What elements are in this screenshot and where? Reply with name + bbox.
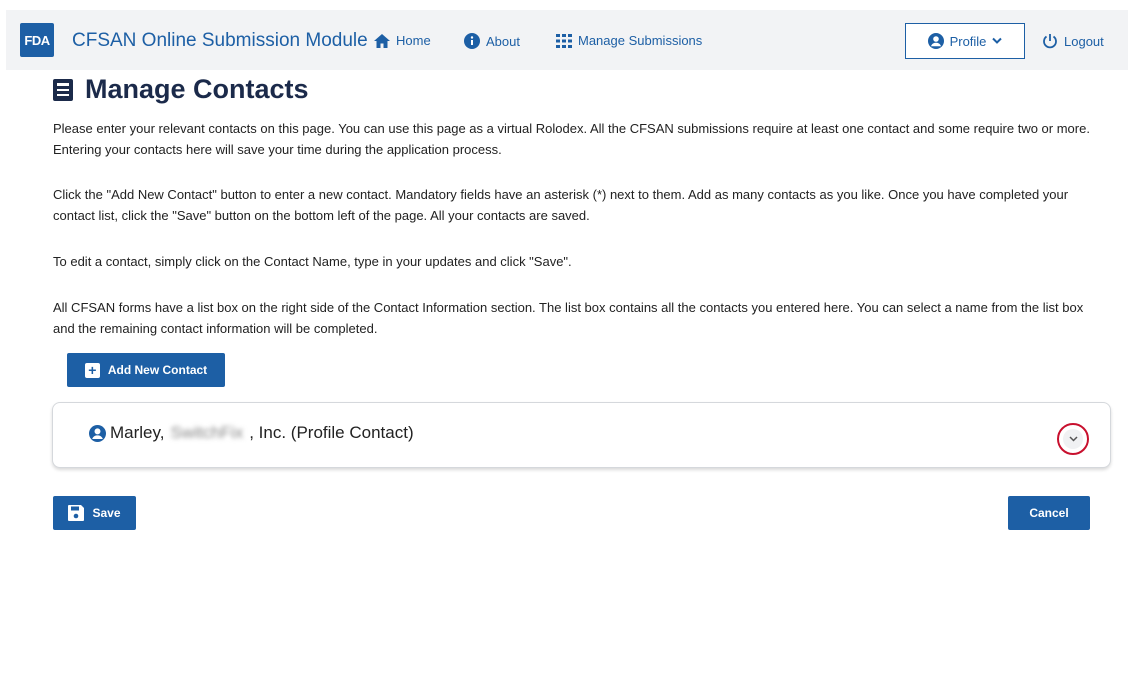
info-icon [464,33,480,49]
profile-label: Profile [949,33,987,49]
nav-manage-submissions-link[interactable]: Manage Submissions [556,33,702,48]
logout-button[interactable]: Logout [1042,33,1104,49]
instructions-paragraph-2: Click the "Add New Contact" button to en… [53,187,1069,223]
nav-about-label: About [486,33,520,49]
contact-suffix: , Inc. (Profile Contact) [249,423,414,442]
chevron-down-icon [1063,429,1083,449]
address-book-icon [53,78,73,101]
save-button[interactable]: Save [53,496,136,530]
chevron-down-icon [992,37,1003,45]
cancel-label: Cancel [1029,506,1069,520]
profile-dropdown-button[interactable]: Profile [905,23,1025,59]
contact-name-link[interactable]: Marley, SwitchFix , Inc. (Profile Contac… [89,423,414,443]
fda-logo[interactable]: FDA [20,23,54,57]
nav-about-link[interactable]: About [464,33,520,49]
logout-label: Logout [1064,33,1104,49]
add-new-contact-button[interactable]: + Add New Contact [67,353,225,387]
page-title-text: Manage Contacts [85,74,309,104]
nav-home-link[interactable]: Home [374,33,431,48]
user-circle-icon [89,424,106,442]
app-title[interactable]: CFSAN Online Submission Module [72,30,368,52]
contact-card: Marley, SwitchFix , Inc. (Profile Contac… [52,402,1111,468]
nav-manage-label: Manage Submissions [578,33,703,48]
save-label: Save [92,506,121,520]
power-icon [1042,33,1058,49]
top-navbar: FDA CFSAN Online Submission Module Home … [6,10,1128,70]
cancel-button[interactable]: Cancel [1008,496,1090,530]
contact-last-name: Marley, [110,423,165,442]
floppy-disk-icon [68,505,85,521]
grid-icon [556,33,572,48]
page-title: Manage Contacts [53,74,309,105]
expand-contact-button[interactable] [1057,423,1089,455]
instructions-paragraph-3: To edit a contact, simply click on the C… [53,254,572,269]
contact-company-blurred: SwitchFix [170,423,244,442]
home-icon [374,33,390,48]
user-circle-icon [927,33,944,49]
plus-icon: + [84,362,100,378]
instructions-paragraph-4: All CFSAN forms have a list box on the r… [53,300,1084,336]
add-new-contact-label: Add New Contact [107,363,208,377]
instructions-paragraph-1: Please enter your relevant contacts on t… [53,121,1090,157]
nav-home-label: Home [396,33,431,48]
